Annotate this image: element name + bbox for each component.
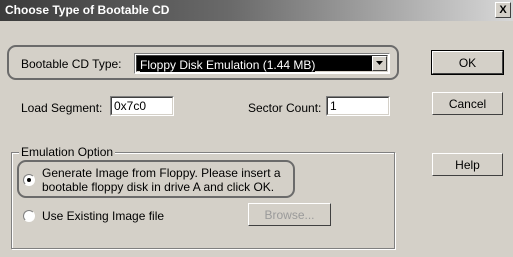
window-title: Choose Type of Bootable CD — [5, 3, 170, 17]
load-segment-value: 0x7c0 — [114, 99, 147, 113]
emulation-option-title: Emulation Option — [19, 145, 116, 159]
boot-type-dropdown-field: Floppy Disk Emulation (1.44 MB) — [136, 55, 388, 72]
browse-button[interactable]: Browse... — [248, 203, 331, 226]
close-icon[interactable]: X — [495, 2, 511, 18]
help-label: Help — [455, 158, 480, 172]
sector-count-label: Sector Count: — [248, 101, 322, 115]
browse-label: Browse... — [264, 208, 315, 222]
existing-image-label: Use Existing Image file — [42, 209, 165, 223]
floppy-option-line1: Generate Image from Floppy. Please inser… — [42, 166, 281, 180]
load-segment-label: Load Segment: — [21, 101, 103, 115]
cancel-button[interactable]: Cancel — [432, 92, 503, 115]
help-button[interactable]: Help — [432, 153, 503, 176]
title-bar: Choose Type of Bootable CD — [0, 0, 513, 21]
ok-button[interactable]: OK — [431, 50, 504, 75]
boot-type-dropdown[interactable]: Floppy Disk Emulation (1.44 MB) — [134, 53, 390, 74]
load-segment-input[interactable]: 0x7c0 — [110, 96, 174, 116]
chevron-down-icon[interactable] — [372, 56, 387, 71]
cancel-label: Cancel — [448, 97, 487, 111]
sector-count-value: 1 — [330, 99, 337, 113]
sector-count-input[interactable]: 1 — [326, 96, 390, 116]
radio-generate-from-floppy[interactable] — [23, 174, 35, 186]
floppy-option-line2: bootable floppy disk in drive A and clic… — [42, 180, 275, 194]
boot-type-selected: Floppy Disk Emulation (1.44 MB) — [140, 58, 316, 72]
radio-dot-icon — [27, 178, 31, 182]
dialog-window: Choose Type of Bootable CD X Bootable CD… — [0, 0, 513, 257]
radio-use-existing-image[interactable] — [23, 210, 35, 222]
ok-label: OK — [458, 56, 477, 70]
boot-type-label: Bootable CD Type: — [21, 57, 122, 71]
